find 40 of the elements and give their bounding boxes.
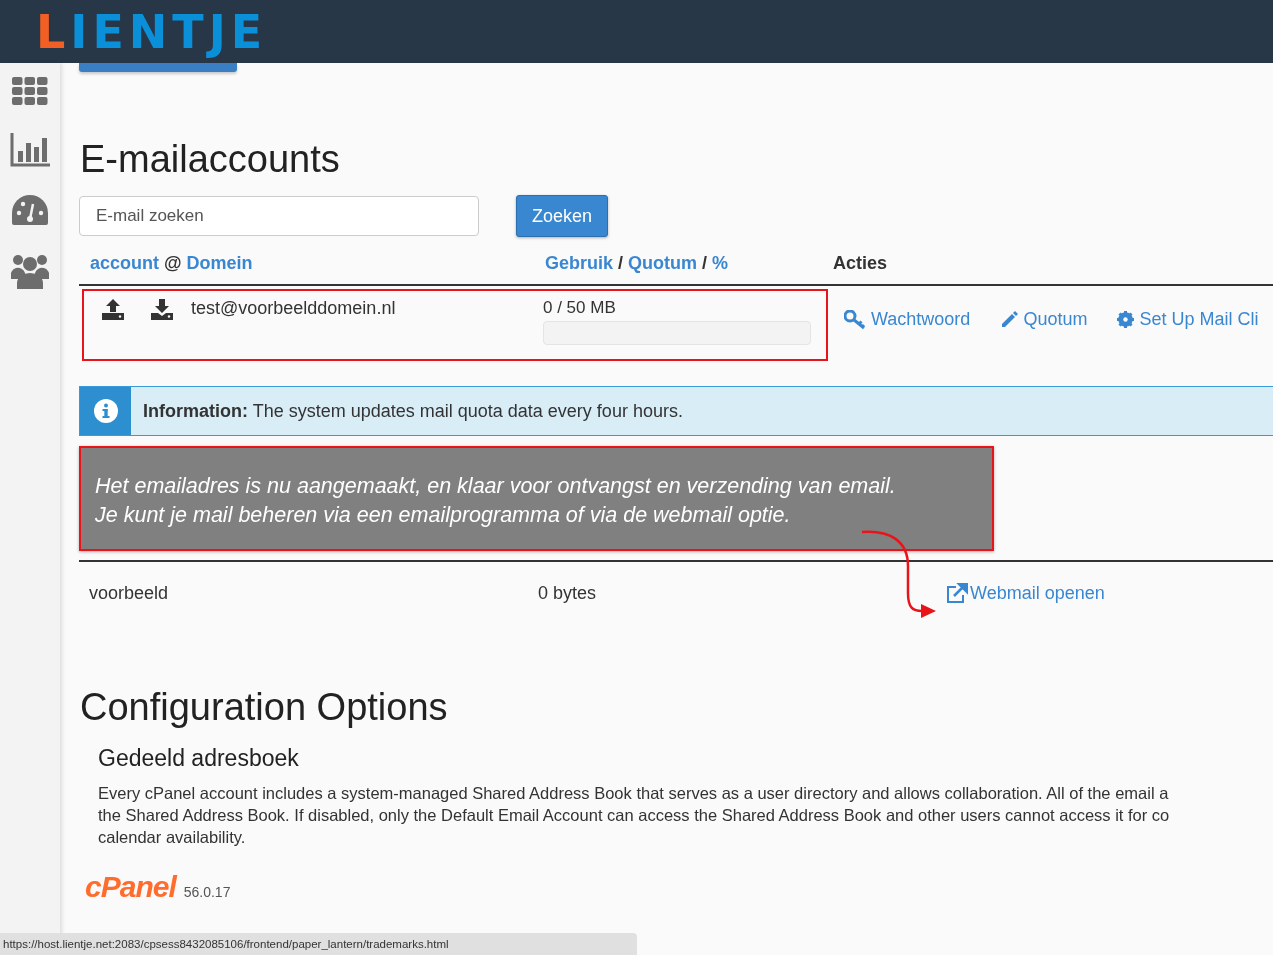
action-link[interactable]: Quotum: [1000, 309, 1088, 330]
webmail-link[interactable]: Webmail openen: [946, 582, 1105, 604]
account-name: voorbeeld: [88, 582, 170, 604]
external-link-icon: [946, 583, 968, 603]
pencil-icon: [1000, 310, 1019, 329]
search-field[interactable]: E-mail zoeken: [79, 196, 479, 236]
sort-link[interactable]: %: [712, 253, 729, 274]
page-title: E-mailaccounts: [80, 138, 341, 181]
version-text: 56.0.17: [183, 884, 231, 902]
column-header: @: [164, 253, 182, 274]
info-text: Information: The system updates mail quota data every four hours.: [142, 400, 683, 422]
account-email: test@voorbeelddomein.nl: [191, 298, 397, 319]
column-header: /: [618, 253, 624, 274]
action-link[interactable]: Set Up Mail Cli: [1117, 309, 1259, 330]
column-header: /: [702, 253, 708, 274]
column-header: Acties: [833, 253, 888, 274]
search-button[interactable]: Zoeken: [516, 195, 609, 237]
brand-logo: LIENTJE: [36, 4, 268, 59]
usage-text: 0 bytes: [538, 582, 598, 604]
key-icon: [844, 309, 866, 330]
action-link[interactable]: Wachtwoord: [844, 309, 971, 330]
grid-icon[interactable]: [12, 77, 48, 105]
upload-icon[interactable]: [102, 298, 124, 320]
sort-link[interactable]: Gebruik: [545, 253, 614, 274]
info-icon: [93, 399, 118, 423]
sort-link[interactable]: Quotum: [628, 253, 698, 274]
subsection-title: Gedeeld adresboek: [98, 745, 300, 772]
bar-chart-icon[interactable]: [10, 133, 50, 167]
cpanel-logo: cPanel: [85, 870, 176, 904]
section-title: Configuration Options: [80, 686, 449, 729]
gauge-icon[interactable]: [12, 195, 48, 225]
status-bar: https://host.lientje.net:2083/cpsess8432085106/frontend/paper_lantern/trademarks.html: [0, 933, 637, 955]
sort-link[interactable]: Domein: [186, 253, 253, 274]
sort-link[interactable]: account: [90, 253, 159, 274]
description-text: Every cPanel account includes a system-managed Shared Address Book that serves as a user directory and allows collaboration. All of the email a the Shared Address Book. If disabled, only the Default Email Account can access the Shared Address Book and other users cannot access it for co calendar availability.: [98, 783, 1171, 848]
gear-icon: [1117, 311, 1135, 328]
download-icon[interactable]: [151, 298, 173, 320]
annotation-note: Het emailadres is nu aangemaakt, en klaar voor ontvangst en verzending van email. Je kunt je mail beheren via een emailprogramma of via de webmail optie.: [79, 446, 994, 551]
usage-text: 0 / 50 MB: [543, 298, 617, 318]
users-icon[interactable]: [11, 253, 49, 289]
